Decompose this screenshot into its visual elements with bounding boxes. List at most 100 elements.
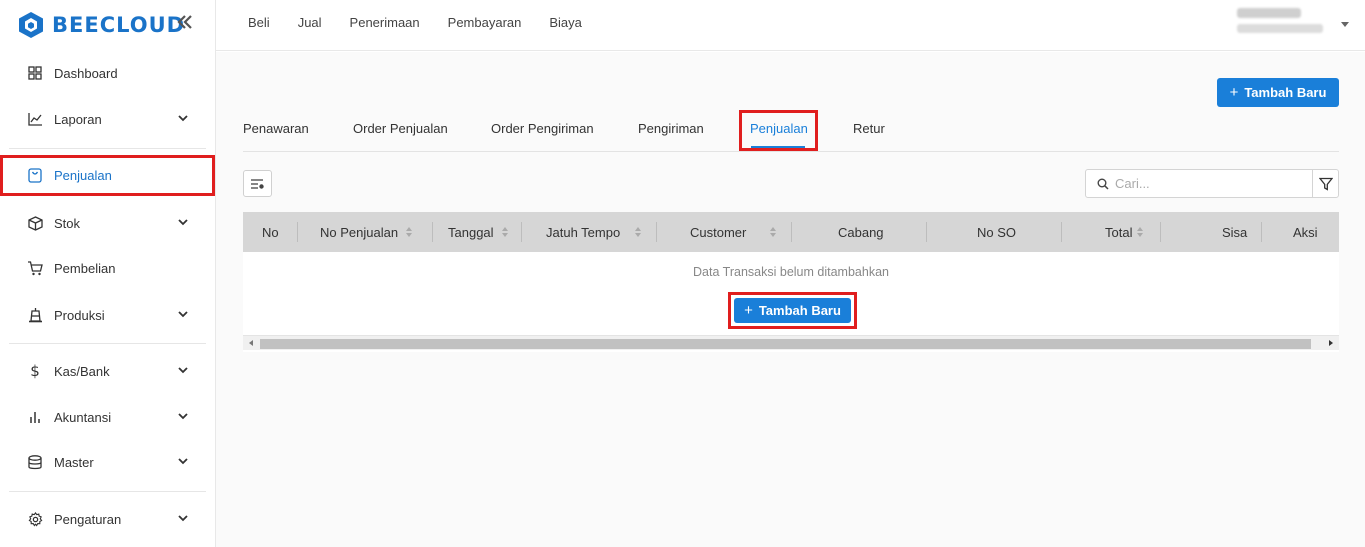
column-header-sisa: Sisa xyxy=(1222,224,1248,240)
column-header-total[interactable]: Total xyxy=(1105,212,1144,252)
column-separator[interactable] xyxy=(926,222,927,242)
sidebar-item-label: Dashboard xyxy=(54,65,118,81)
column-separator[interactable] xyxy=(656,222,657,242)
gear-icon xyxy=(27,511,43,527)
sidebar-item-stok[interactable]: Stok xyxy=(0,204,215,242)
brand-logo[interactable]: BEECLOUD xyxy=(18,11,185,39)
column-settings-icon xyxy=(251,178,264,189)
user-email-blurred xyxy=(1237,24,1323,33)
sidebar-item-master[interactable]: Master xyxy=(0,443,215,481)
box-icon xyxy=(27,215,43,231)
sidebar-item-kas-bank[interactable]: $ Kas/Bank xyxy=(0,352,215,390)
column-settings-button[interactable] xyxy=(243,170,272,197)
search-icon xyxy=(1097,178,1109,190)
user-menu[interactable] xyxy=(1237,8,1337,33)
top-menu-item-jual[interactable]: Jual xyxy=(298,15,322,30)
column-separator[interactable] xyxy=(297,222,298,242)
scroll-left-arrow-icon[interactable] xyxy=(249,340,253,346)
column-separator[interactable] xyxy=(1160,222,1161,242)
tab-pengiriman[interactable]: Pengiriman xyxy=(638,121,704,136)
bar-chart-icon xyxy=(27,409,43,425)
empty-state-message: Data Transaksi belum ditambahkan xyxy=(693,265,889,279)
brand-name: BEECLOUD xyxy=(52,13,186,37)
scroll-right-arrow-icon[interactable] xyxy=(1329,340,1333,346)
top-bar: Beli Jual Penerimaan Pembayaran Biaya xyxy=(216,0,1365,51)
dollar-icon: $ xyxy=(30,362,40,380)
sidebar-item-label: Akuntansi xyxy=(54,409,112,425)
grid-icon xyxy=(27,65,43,81)
sales-table: No No Penjualan Tanggal Jatuh Tempo Cust… xyxy=(243,212,1339,352)
sort-icon xyxy=(1137,227,1144,237)
top-menu-item-beli[interactable]: Beli xyxy=(248,15,270,30)
add-new-button[interactable]: + Tambah Baru xyxy=(1217,78,1339,107)
top-menu-item-biaya[interactable]: Biaya xyxy=(549,15,582,30)
column-header-jatuh-tempo[interactable]: Jatuh Tempo xyxy=(546,212,642,252)
scrollbar-thumb[interactable] xyxy=(260,339,1311,349)
sidebar-item-label: Master xyxy=(54,454,94,470)
sidebar-item-label: Produksi xyxy=(54,307,105,323)
tab-order-pengiriman[interactable]: Order Pengiriman xyxy=(491,121,594,136)
sidebar-item-produksi[interactable]: Produksi xyxy=(0,296,215,334)
column-header-no: No xyxy=(262,224,279,240)
filter-button[interactable] xyxy=(1312,169,1339,198)
sidebar-item-label: Pembelian xyxy=(54,260,116,276)
factory-icon xyxy=(27,307,43,323)
add-new-button-empty-state[interactable]: + Tambah Baru xyxy=(734,298,851,323)
search-input[interactable] xyxy=(1115,176,1295,191)
caret-down-icon[interactable] xyxy=(1341,22,1349,27)
sidebar-item-dashboard[interactable]: Dashboard xyxy=(0,54,215,92)
sidebar-item-label: Kas/Bank xyxy=(54,363,110,379)
hexagon-logo-icon xyxy=(19,12,43,38)
top-menu-item-pembayaran[interactable]: Pembayaran xyxy=(448,15,522,30)
database-icon xyxy=(27,454,43,470)
chevron-down-icon xyxy=(178,515,188,522)
column-header-aksi: Aksi xyxy=(1293,224,1318,240)
collapse-sidebar-button[interactable] xyxy=(176,13,194,35)
cart-icon xyxy=(27,260,43,276)
top-menu: Beli Jual Penerimaan Pembayaran Biaya xyxy=(248,15,610,30)
bag-icon xyxy=(27,168,43,184)
plus-icon: + xyxy=(1229,84,1239,101)
tab-retur[interactable]: Retur xyxy=(853,121,885,136)
user-name-blurred xyxy=(1237,8,1301,18)
sidebar-item-pengaturan[interactable]: Pengaturan xyxy=(0,500,215,538)
column-separator[interactable] xyxy=(432,222,433,242)
add-new-label: Tambah Baru xyxy=(1244,85,1327,100)
sidebar-item-penjualan[interactable]: Penjualan xyxy=(0,155,215,196)
column-separator[interactable] xyxy=(791,222,792,242)
sidebar: BEECLOUD Dashboard Laporan Penjualan Sto… xyxy=(0,0,216,547)
sort-icon xyxy=(406,227,413,237)
sidebar-divider xyxy=(9,491,206,492)
sidebar-item-pembelian[interactable]: Pembelian xyxy=(0,249,215,287)
chevron-down-icon xyxy=(178,311,188,318)
column-separator[interactable] xyxy=(521,222,522,242)
highlight-box xyxy=(739,110,818,151)
column-separator[interactable] xyxy=(1061,222,1062,242)
column-header-tanggal[interactable]: Tanggal xyxy=(448,212,508,252)
line-chart-icon xyxy=(27,111,43,127)
sidebar-item-label: Laporan xyxy=(54,111,102,127)
tab-order-penjualan[interactable]: Order Penjualan xyxy=(353,121,448,136)
column-header-no-penjualan[interactable]: No Penjualan xyxy=(320,212,413,252)
sidebar-item-laporan[interactable]: Laporan xyxy=(0,100,215,138)
column-separator[interactable] xyxy=(1261,222,1262,242)
top-menu-item-penerimaan[interactable]: Penerimaan xyxy=(350,15,420,30)
sort-icon xyxy=(770,227,777,237)
transaction-tabs: Penawaran Order Penjualan Order Pengirim… xyxy=(243,110,1339,152)
tab-penawaran[interactable]: Penawaran xyxy=(243,121,309,136)
chevron-down-icon xyxy=(178,413,188,420)
sidebar-item-akuntansi[interactable]: Akuntansi xyxy=(0,398,215,436)
chevron-down-icon xyxy=(178,367,188,374)
sort-icon xyxy=(635,227,642,237)
table-header: No No Penjualan Tanggal Jatuh Tempo Cust… xyxy=(243,212,1339,252)
highlight-box: + Tambah Baru xyxy=(728,292,857,329)
add-new-label: Tambah Baru xyxy=(758,303,841,318)
column-header-cabang: Cabang xyxy=(838,224,884,240)
main-content: + Tambah Baru Penawaran Order Penjualan … xyxy=(216,52,1365,547)
filter-icon xyxy=(1318,177,1333,191)
plus-icon: + xyxy=(744,302,753,319)
column-header-customer[interactable]: Customer xyxy=(690,212,777,252)
chevron-down-icon xyxy=(178,115,188,122)
horizontal-scrollbar[interactable] xyxy=(243,335,1339,350)
sidebar-item-label: Pengaturan xyxy=(54,511,122,527)
